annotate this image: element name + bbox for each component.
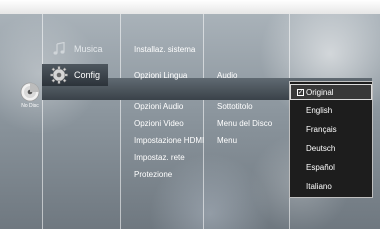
menu-item-impostaz-rete[interactable]: Impostaz. rete <box>134 153 185 162</box>
disc-status: No Disc <box>12 82 48 109</box>
category-musica[interactable]: Musica <box>42 38 108 60</box>
column-divider <box>203 14 204 229</box>
option-label: Original <box>306 87 334 97</box>
category-config[interactable]: Config <box>42 64 108 86</box>
submenu-item-sottotitolo[interactable]: Sottotitolo <box>217 102 253 111</box>
disc-label: No Disc <box>21 103 39 109</box>
music-note-icon <box>50 40 68 58</box>
menu-item-impostazione-hdmi[interactable]: Impostazione HDMI <box>134 136 204 145</box>
menu-item-protezione[interactable]: Protezione <box>134 170 172 179</box>
menu-item-opzioni-audio[interactable]: Opzioni Audio <box>134 102 183 111</box>
submenu-item-audio[interactable]: Audio <box>217 71 237 80</box>
option-label: Italiano <box>306 181 332 191</box>
language-dropdown: ✓ Original English Français Deutsch Espa… <box>289 81 373 198</box>
screen: No Disc Musica Config Installaz. sistema… <box>0 0 380 247</box>
gear-icon <box>50 66 68 84</box>
dropdown-option[interactable]: Deutsch <box>290 140 372 156</box>
submenu-item-menu[interactable]: Menu <box>217 136 237 145</box>
column-divider <box>120 14 121 229</box>
option-label: Deutsch <box>306 143 336 153</box>
settings-panel: No Disc Musica Config Installaz. sistema… <box>0 14 380 229</box>
option-label: Español <box>306 162 335 172</box>
submenu-item-menu-disco[interactable]: Menu del Disco <box>217 119 272 128</box>
dropdown-option[interactable]: Italiano <box>290 178 372 194</box>
dropdown-option[interactable]: Français <box>290 121 372 137</box>
bottom-strip <box>0 229 380 247</box>
menu-item-installazione[interactable]: Installaz. sistema <box>134 45 195 54</box>
disc-icon <box>20 82 40 102</box>
dropdown-option[interactable]: Español <box>290 159 372 175</box>
dropdown-option[interactable]: ✓ Original <box>290 84 372 100</box>
menu-item-opzioni-video[interactable]: Opzioni Video <box>134 119 184 128</box>
option-label: English <box>306 105 333 115</box>
category-label: Config <box>74 70 101 80</box>
option-label: Français <box>306 124 337 134</box>
top-bar <box>0 0 380 14</box>
dropdown-option[interactable]: English <box>290 102 372 118</box>
menu-item-opzioni-lingua[interactable]: Opzioni Lingua <box>134 71 187 80</box>
category-label: Musica <box>74 44 103 54</box>
check-icon: ✓ <box>297 88 304 96</box>
